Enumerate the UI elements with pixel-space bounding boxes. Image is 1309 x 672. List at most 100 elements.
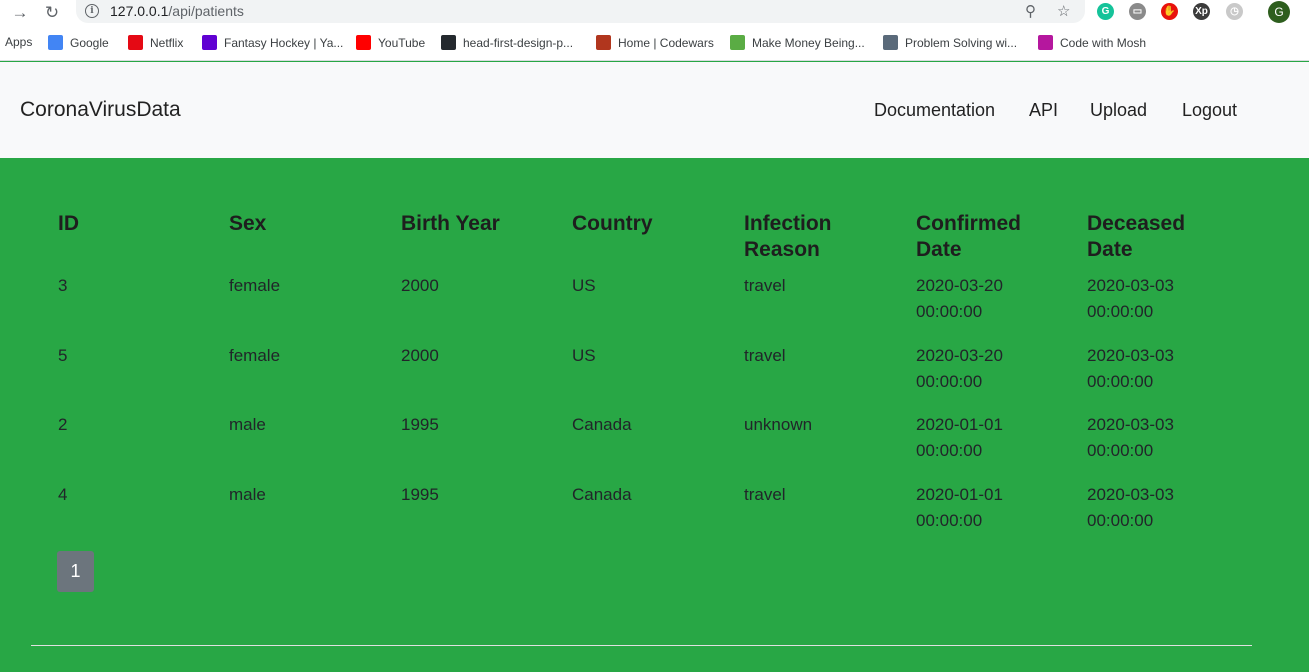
bookmark-label: Make Money Being... [752, 35, 865, 50]
column-header-line: Date [1087, 238, 1133, 261]
profile-avatar[interactable]: G [1268, 1, 1290, 23]
bookmark-label: YouTube [378, 35, 426, 50]
table-cell: 2020-03-20 00:00:00 [916, 273, 1076, 325]
table-cell: female [229, 343, 389, 369]
column-header-line: Sex [229, 212, 267, 235]
reload-icon[interactable]: ↻ [42, 2, 62, 22]
bookmark-label: Fantasy Hockey | Ya... [224, 35, 344, 50]
bookmark-item[interactable]: Fantasy Hockey | Ya... [202, 35, 343, 50]
bookmark-item[interactable]: Code with Mosh [1038, 35, 1146, 50]
table-cell-line: 2020-01-01 [916, 485, 1003, 504]
table-cell: male [229, 412, 389, 438]
column-header-line: Infection [744, 212, 832, 235]
table-cell: travel [744, 273, 904, 299]
table-cell: US [572, 343, 732, 369]
app-navbar: CoronaVirusData Documentation API Upload… [0, 62, 1309, 158]
table-cell-line: 4 [58, 485, 68, 504]
bookmark-label: Apps [5, 35, 33, 49]
table-cell-line: female [229, 346, 281, 365]
bookmark-label: head-first-design-p... [463, 35, 574, 50]
table-cell-line: travel [744, 485, 786, 504]
timer-icon[interactable]: ◷ [1226, 3, 1243, 20]
column-header-line: Birth Year [401, 212, 500, 235]
table-cell: male [229, 482, 389, 508]
table-cell-line: 00:00:00 [916, 441, 983, 460]
column-header: Deceased Date [1087, 211, 1247, 263]
table-cell-line: travel [744, 276, 786, 295]
bookmark-item[interactable]: Netflix [128, 35, 183, 50]
pagination-page-1[interactable]: 1 [57, 551, 94, 592]
bookmark-item[interactable]: Home | Codewars [596, 35, 714, 50]
table-cell-line: female [229, 276, 281, 295]
bookmark-item[interactable]: YouTube [356, 35, 425, 50]
footer-divider [31, 645, 1252, 646]
bookmark-label: Netflix [150, 35, 184, 50]
table-cell-line: 00:00:00 [916, 511, 983, 530]
column-header-line: Date [916, 238, 962, 261]
bookmark-item[interactable]: Problem Solving wi... [883, 35, 1017, 50]
table-cell-line: male [229, 415, 266, 434]
table-cell-line: 2020-03-03 [1087, 346, 1174, 365]
bookmark-item[interactable]: Apps [5, 35, 32, 49]
table-cell-line: 2020-03-03 [1087, 415, 1174, 434]
table-cell: Canada [572, 482, 732, 508]
grammarly-icon[interactable]: G [1097, 3, 1114, 20]
nav-link-documentation[interactable]: Documentation [874, 100, 995, 121]
column-header: Confirmed Date [916, 211, 1076, 263]
table-cell-line: 00:00:00 [1087, 441, 1154, 460]
url-text[interactable]: 127.0.0.1/api/patients [110, 3, 244, 19]
table-cell-line: 00:00:00 [1087, 372, 1154, 391]
table-cell-line: 2020-03-20 [916, 346, 1003, 365]
trello-icon [730, 35, 745, 50]
brand-link[interactable]: CoronaVirusData [20, 98, 181, 122]
adblock-icon[interactable]: ✋ [1161, 3, 1178, 20]
table-cell: travel [744, 343, 904, 369]
table-cell: US [572, 273, 732, 299]
nav-link-upload[interactable]: Upload [1090, 100, 1147, 121]
table-cell: 2020-03-03 00:00:00 [1087, 412, 1247, 464]
table-cell-line: US [572, 276, 596, 295]
table-cell-line: Canada [572, 485, 632, 504]
table-cell: unknown [744, 412, 904, 438]
google-icon [48, 35, 63, 50]
xp-icon[interactable]: Xp [1193, 3, 1210, 20]
table-cell: 2000 [401, 343, 561, 369]
nav-link-logout[interactable]: Logout [1182, 100, 1237, 121]
nav-link-api[interactable]: API [1029, 100, 1058, 121]
bookmark-item[interactable]: Google [48, 35, 109, 50]
table-cell: 2020-03-03 00:00:00 [1087, 482, 1247, 534]
table-cell-line: 1995 [401, 485, 439, 504]
forward-arrow-icon[interactable]: → [10, 2, 30, 22]
table-cell-line: 2000 [401, 346, 439, 365]
column-header-line: Deceased [1087, 212, 1186, 235]
address-bar[interactable]: i 127.0.0.1/api/patients ⚲ ☆ [76, 0, 1085, 23]
table-cell: 5 [58, 343, 218, 369]
table-cell: 2020-01-01 00:00:00 [916, 412, 1076, 464]
table-cell-line: male [229, 485, 266, 504]
column-header: Country [572, 211, 732, 237]
extension-box-icon[interactable]: ▭ [1129, 3, 1146, 20]
table-cell-line: 5 [58, 346, 68, 365]
table-cell-line: US [572, 346, 596, 365]
github-icon [441, 35, 456, 50]
star-icon[interactable]: ☆ [1057, 2, 1070, 20]
table-cell: travel [744, 482, 904, 508]
bookmark-item[interactable]: Make Money Being... [730, 35, 865, 50]
table-cell: 1995 [401, 482, 561, 508]
column-header-line: Reason [744, 238, 820, 261]
table-cell: 2020-03-20 00:00:00 [916, 343, 1076, 395]
codewars-icon [596, 35, 611, 50]
site-info-icon[interactable]: i [85, 4, 99, 18]
book-icon [883, 35, 898, 50]
mosh-icon [1038, 35, 1053, 50]
bookmark-label: Code with Mosh [1060, 35, 1147, 50]
zoom-icon[interactable]: ⚲ [1025, 2, 1036, 20]
bookmark-item[interactable]: head-first-design-p... [441, 35, 573, 50]
table-cell-line: 00:00:00 [1087, 302, 1154, 321]
column-header-line: ID [58, 212, 79, 235]
table-cell: 2 [58, 412, 218, 438]
table-cell: 4 [58, 482, 218, 508]
table-cell-line: 2000 [401, 276, 439, 295]
youtube-icon [356, 35, 371, 50]
browser-toolbar: → ↻ i 127.0.0.1/api/patients ⚲ ☆ G ▭ ✋ Xp ◷ … [0, 0, 1309, 24]
